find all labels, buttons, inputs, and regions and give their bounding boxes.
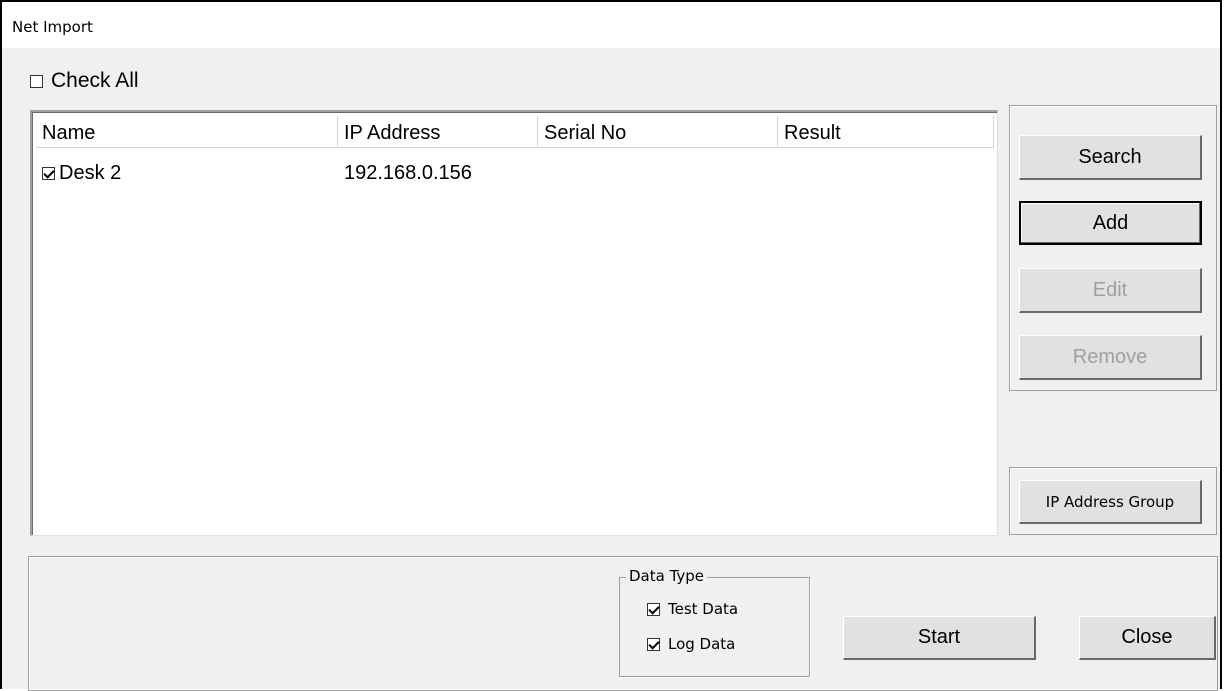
checkbox-icon [647, 637, 660, 651]
device-list[interactable]: Name IP Address Serial No Result Desk 2 … [30, 110, 998, 536]
test-data-label: Test Data [668, 600, 739, 618]
column-header-ip-address[interactable]: IP Address [338, 116, 538, 148]
row-ip-address: 192.168.0.156 [344, 161, 472, 184]
check-all-label: Check All [51, 69, 139, 92]
start-button[interactable]: Start [843, 616, 1036, 660]
row-checkbox[interactable] [42, 166, 55, 180]
checkbox-icon [647, 602, 660, 616]
data-type-group [619, 577, 810, 677]
search-button[interactable]: Search [1019, 135, 1202, 180]
table-row[interactable]: Desk 2 192.168.0.156 [36, 156, 994, 186]
log-data-checkbox[interactable]: Log Data [647, 635, 735, 653]
check-all-checkbox[interactable]: Check All [30, 69, 139, 93]
row-name: Desk 2 [59, 161, 122, 184]
ip-address-group-button[interactable]: IP Address Group [1019, 480, 1202, 524]
row-serial-no [538, 156, 778, 186]
add-button[interactable]: Add [1019, 201, 1202, 245]
column-header-result[interactable]: Result [778, 116, 994, 148]
list-header: Name IP Address Serial No Result [36, 116, 994, 148]
row-result [778, 156, 994, 186]
data-type-legend: Data Type [626, 567, 708, 585]
test-data-checkbox[interactable]: Test Data [647, 600, 738, 618]
log-data-label: Log Data [668, 635, 736, 653]
row-name-cell: Desk 2 [36, 156, 338, 186]
checkbox-icon [30, 74, 43, 88]
remove-button[interactable]: Remove [1019, 335, 1202, 380]
close-button[interactable]: Close [1079, 616, 1216, 660]
column-header-name[interactable]: Name [36, 116, 338, 148]
column-header-serial-no[interactable]: Serial No [538, 116, 778, 148]
edit-button[interactable]: Edit [1019, 268, 1202, 313]
window-title: Net Import [2, 2, 1220, 48]
net-import-window: Net Import Check All Name IP Address Ser… [0, 0, 1222, 691]
